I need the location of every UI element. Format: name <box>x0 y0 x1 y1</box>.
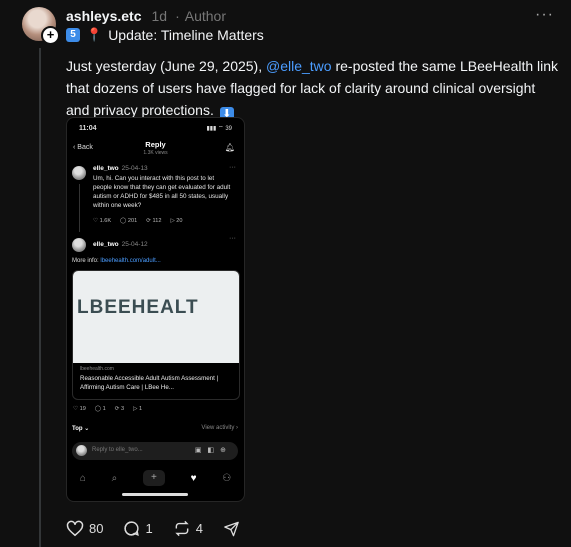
ss-more-info: More info: lbeehealth.com/adult... <box>72 258 161 264</box>
post-actions: 80 1 4 <box>66 520 260 537</box>
reply-button[interactable]: 1 <box>123 520 153 537</box>
ss-link-card-image: LBEEHEALT <box>73 271 239 363</box>
reply-count: 1 <box>145 521 153 536</box>
ss-more-icon: ··· <box>229 164 236 171</box>
update-title: Update: Timeline Matters <box>108 27 264 43</box>
ss-reply1-name: elle_two 25-04-13 <box>93 165 148 172</box>
ss-reply-placeholder: Reply to elle_two... <box>92 447 143 453</box>
more-options-icon[interactable]: ··· <box>535 6 554 24</box>
ss-title: Reply <box>145 140 166 149</box>
ss-bottom-nav: ⌂ ⌕ + ♥ ⚇ <box>67 469 244 487</box>
ss-top-label: Top <box>72 426 83 432</box>
update-line: 5 📍 Update: Timeline Matters <box>66 27 264 43</box>
repost-icon <box>175 520 189 537</box>
ss-reply1-date: 25-04-13 <box>121 165 148 172</box>
ss-card-domain: lbeehealth.com <box>80 366 114 372</box>
ss-view-activity-label: View activity <box>201 425 235 431</box>
ss-heart-icon: ♡ 1.6K <box>93 218 112 224</box>
username[interactable]: ashleys.etc <box>66 8 142 24</box>
ss-comment-icon: ◯ 201 <box>120 218 138 224</box>
post-header: ashleys.etc 1d · Author <box>66 7 226 25</box>
ss-search-icon: ⌕ <box>111 472 118 484</box>
ss-thread-line <box>79 184 80 232</box>
keycap-five-icon: 5 <box>66 28 80 42</box>
post-body: Just yesterday (June 29, 2025), @elle_tw… <box>66 55 561 121</box>
ss-reply2-actions: ♡ 19 ◯ 1 ⟳ 3 ▷ 1 <box>73 406 142 412</box>
ss-lbee-logo: LBEEHEALT <box>77 297 199 318</box>
ss-sort-top: Top ⌄ <box>72 426 90 432</box>
ss-reply1-likes: 1.6K <box>99 218 112 224</box>
ss-home-indicator <box>122 493 188 496</box>
ss-reply2-shares: 1 <box>139 406 143 412</box>
thread-line <box>39 48 41 547</box>
ss-link-card: LBEEHEALT lbeehealth.com Reasonable Acce… <box>72 270 240 400</box>
share-button[interactable] <box>223 521 240 537</box>
ss-repost-icon-2: ⟳ 3 <box>114 406 125 412</box>
ss-new-post-icon: + <box>142 470 165 486</box>
ss-reply2-username: elle_two <box>93 241 119 248</box>
ss-reply1-actions: ♡ 1.6K ◯ 201 ⟳ 112 ▷ 20 <box>93 218 183 224</box>
author-badge: Author <box>184 8 226 24</box>
pushpin-icon: 📍 <box>86 27 103 42</box>
ss-heart-icon-2: ♡ 19 <box>73 406 86 412</box>
ss-reply2-likes: 19 <box>79 406 86 412</box>
post-body-text: Just yesterday (June 29, 2025), <box>66 58 266 74</box>
ss-more-info-label: More info: <box>72 258 99 264</box>
ss-reply2-reposts: 3 <box>121 406 125 412</box>
ss-subtitle: 1.3K views <box>143 150 168 156</box>
ss-avatar-2 <box>72 238 86 252</box>
like-count: 80 <box>89 521 104 536</box>
ss-reply1-reposts: 112 <box>152 218 162 224</box>
ss-reply-tool-icons: ▣◧⊕ <box>194 447 232 454</box>
like-button[interactable]: 80 <box>66 520 103 537</box>
ss-more-info-link: lbeehealth.com/adult... <box>100 258 161 264</box>
ss-reply1-shares: 20 <box>176 218 183 224</box>
share-icon <box>224 521 239 536</box>
repost-button[interactable]: 4 <box>173 520 203 537</box>
ss-status-time: 11:04 <box>79 125 97 132</box>
ss-view-activity: View activity › <box>201 425 238 431</box>
ss-status-icons: ▮▮▮ ⌔ 39 <box>206 126 232 132</box>
ss-reply-avatar <box>76 445 87 456</box>
ss-reply-bar: Reply to elle_two... ▣◧⊕ <box>72 442 238 460</box>
mention-link[interactable]: @elle_two <box>266 58 332 74</box>
ss-more-icon-2: ··· <box>229 235 236 242</box>
separator-dot: · <box>175 8 180 24</box>
repost-count: 4 <box>195 521 203 536</box>
ss-home-icon: ⌂ <box>79 472 86 484</box>
heart-icon <box>66 520 84 537</box>
ss-profile-icon: ⚇ <box>222 472 232 484</box>
ss-avatar <box>72 166 86 180</box>
ss-share-icon: ▷ 20 <box>170 218 183 224</box>
ss-reply1-text: Um, hi. Can you interact with this post … <box>93 175 231 209</box>
ss-comment-icon-2: ◯ 1 <box>94 406 106 412</box>
ss-bell-icon: 🔔︎ <box>224 143 235 152</box>
ss-reply2-date: 25-04-12 <box>121 241 148 248</box>
ss-activity-icon: ♥ <box>190 472 197 484</box>
ss-reply2-replies: 1 <box>102 406 106 412</box>
ss-reply1-replies: 201 <box>127 218 138 224</box>
timestamp[interactable]: 1d <box>152 8 168 24</box>
ss-repost-icon: ⟳ 112 <box>146 218 162 224</box>
comment-icon <box>124 521 140 537</box>
attached-screenshot[interactable]: 11:04 ▮▮▮ ⌔ 39 ‹ Back Reply 1.3K views 🔔… <box>66 117 245 502</box>
ss-reply1-username: elle_two <box>93 165 119 172</box>
ss-share-icon-2: ▷ 1 <box>133 406 143 412</box>
ss-reply2-name: elle_two 25-04-12 <box>93 241 148 248</box>
ss-card-title: Reasonable Accessible Adult Autism Asses… <box>80 375 219 391</box>
follow-plus-icon[interactable]: + <box>41 26 60 45</box>
